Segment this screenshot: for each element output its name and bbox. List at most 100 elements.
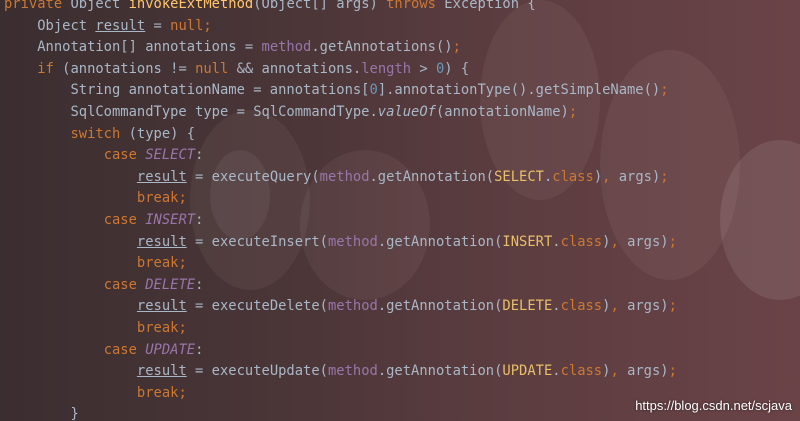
code-token: (annotationName) bbox=[435, 103, 569, 120]
code-line[interactable]: switch (type) { bbox=[4, 124, 677, 146]
code-editor[interactable]: private Object invokeExtMethod(Object[] … bbox=[0, 0, 800, 421]
code-token: SqlCommandType type = SqlCommandType. bbox=[70, 103, 378, 120]
code-token: case bbox=[103, 276, 146, 293]
code-line[interactable]: Annotation[] annotations = method.getAnn… bbox=[4, 37, 677, 59]
code-token: ; bbox=[668, 363, 677, 380]
code-token: length bbox=[361, 60, 412, 77]
code-token: null bbox=[170, 17, 204, 34]
code-token: = bbox=[145, 17, 171, 34]
code-token: : bbox=[195, 211, 204, 228]
code-token: ) bbox=[593, 168, 603, 185]
code-line[interactable]: Object result = null; bbox=[4, 16, 677, 38]
code-token: result bbox=[136, 363, 187, 380]
code-token: . bbox=[552, 363, 561, 380]
code-token: ) { bbox=[444, 60, 470, 77]
code-token: ].annotationType().getSimpleName() bbox=[377, 82, 661, 99]
code-token: , bbox=[610, 298, 628, 315]
code-token: args) bbox=[627, 298, 669, 315]
code-token: : bbox=[195, 147, 204, 164]
code-token: throws bbox=[386, 0, 445, 12]
code-line[interactable]: } bbox=[4, 404, 677, 421]
watermark-text: https://blog.csdn.net/scjava bbox=[635, 398, 792, 413]
code-token: result bbox=[95, 17, 146, 34]
code-token: , bbox=[610, 233, 628, 250]
code-token: method bbox=[261, 39, 312, 56]
code-line[interactable]: break; bbox=[4, 318, 677, 340]
code-line[interactable]: case UPDATE: bbox=[4, 340, 677, 362]
code-token: case bbox=[103, 211, 146, 228]
code-line[interactable]: case SELECT: bbox=[4, 145, 677, 167]
code-token: , bbox=[610, 363, 628, 380]
code-token: class bbox=[560, 298, 603, 315]
code-line[interactable]: break; bbox=[4, 188, 677, 210]
code-token: UPDATE bbox=[502, 363, 553, 380]
code-token: Object bbox=[37, 17, 96, 34]
code-line[interactable]: private Object invokeExtMethod(Object[] … bbox=[4, 0, 677, 16]
code-token: DELETE bbox=[502, 298, 553, 315]
code-token: .getAnnotation( bbox=[377, 363, 503, 380]
code-line[interactable]: case DELETE: bbox=[4, 275, 677, 297]
code-block[interactable]: private Object invokeExtMethod(Object[] … bbox=[4, 0, 677, 421]
code-token: result bbox=[136, 168, 187, 185]
code-token: ; bbox=[203, 17, 212, 34]
code-token: invokeExtMethod bbox=[128, 0, 254, 12]
code-token: class bbox=[560, 363, 603, 380]
code-line[interactable]: if (annotations != null && annotations.l… bbox=[4, 59, 677, 81]
code-token: INSERT bbox=[502, 233, 553, 250]
code-token: break; bbox=[136, 190, 187, 207]
code-line[interactable]: String annotationName = annotations[0].a… bbox=[4, 80, 677, 102]
code-token: . bbox=[552, 298, 561, 315]
code-token: switch bbox=[70, 125, 129, 142]
code-token: case bbox=[103, 341, 146, 358]
code-line[interactable]: break; bbox=[4, 253, 677, 275]
code-token: .getAnnotation( bbox=[377, 233, 503, 250]
code-token: = executeInsert( bbox=[186, 233, 328, 250]
code-token: break; bbox=[136, 384, 187, 401]
code-line[interactable]: SqlCommandType type = SqlCommandType.val… bbox=[4, 102, 677, 124]
code-token: .getAnnotation( bbox=[377, 298, 503, 315]
code-token: case bbox=[103, 147, 146, 164]
code-line[interactable]: result = executeDelete(method.getAnnotat… bbox=[4, 296, 677, 318]
code-token: , bbox=[602, 168, 619, 185]
code-token: ; bbox=[668, 233, 677, 250]
code-token: ; bbox=[568, 103, 578, 120]
code-line[interactable]: result = executeUpdate(method.getAnnotat… bbox=[4, 361, 677, 383]
code-token: .getAnnotation( bbox=[369, 168, 495, 185]
code-token: valueOf bbox=[377, 103, 436, 120]
code-token: result bbox=[136, 233, 187, 250]
code-line[interactable]: result = executeInsert(method.getAnnotat… bbox=[4, 232, 677, 254]
code-token: DELETE bbox=[145, 276, 196, 293]
code-token: .getAnnotations() bbox=[311, 39, 453, 56]
code-token: : bbox=[195, 276, 204, 293]
code-token: 0 bbox=[369, 82, 378, 99]
code-token: = executeUpdate( bbox=[186, 363, 328, 380]
code-token: method bbox=[327, 233, 378, 250]
code-token: SELECT bbox=[494, 168, 544, 185]
code-line[interactable]: result = executeQuery(method.getAnnotati… bbox=[4, 167, 677, 189]
code-token: > bbox=[411, 60, 436, 77]
code-token: && annotations. bbox=[236, 60, 362, 77]
code-token: method bbox=[319, 168, 370, 185]
code-token: ; bbox=[452, 39, 461, 56]
code-token: = executeQuery( bbox=[186, 168, 320, 185]
code-token: (type) { bbox=[128, 125, 196, 142]
code-token: (annotations != bbox=[62, 60, 196, 77]
code-token: = executeDelete( bbox=[186, 298, 328, 315]
code-token: INSERT bbox=[145, 211, 196, 228]
code-token: UPDATE bbox=[145, 341, 196, 358]
code-line[interactable]: case INSERT: bbox=[4, 210, 677, 232]
code-line[interactable]: break; bbox=[4, 383, 677, 405]
